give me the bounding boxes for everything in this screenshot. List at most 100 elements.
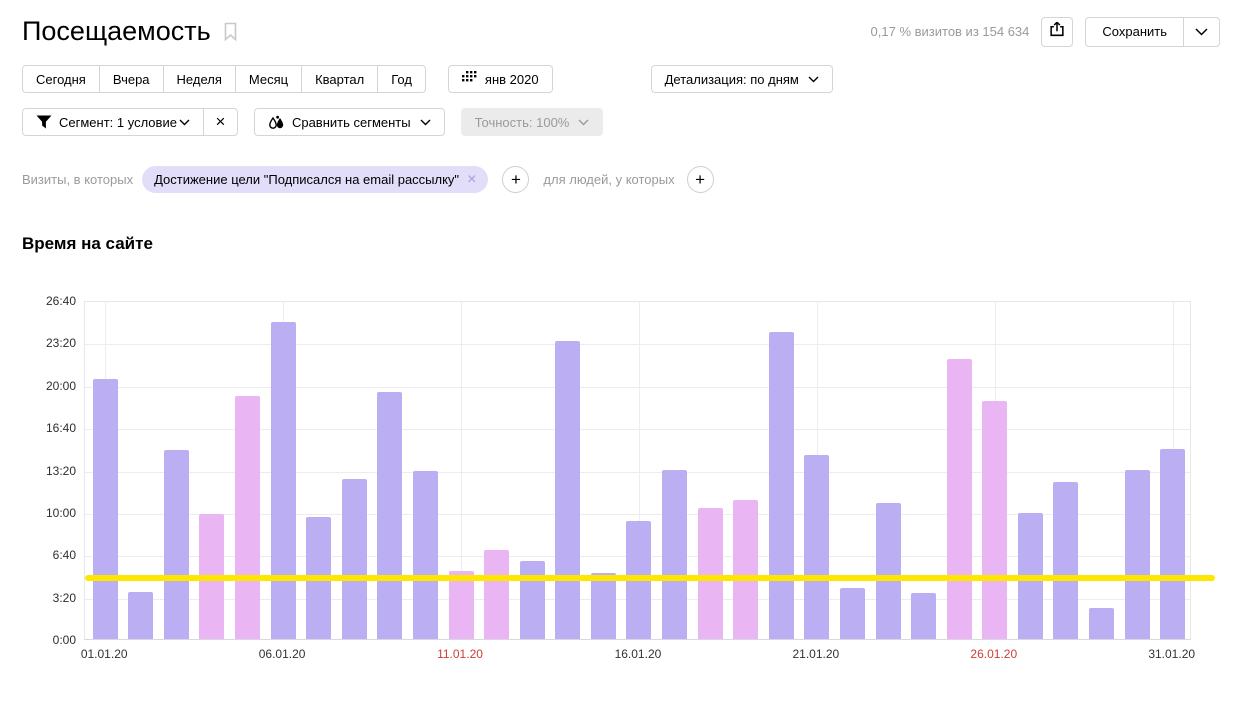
- save-dropdown-button[interactable]: [1183, 18, 1219, 46]
- page-title: Посещаемость: [22, 16, 211, 47]
- chevron-down-icon: [1195, 23, 1208, 41]
- tab-label: Месяц: [249, 72, 288, 87]
- accuracy-dropdown[interactable]: Точность: 100%: [461, 108, 604, 136]
- x-axis-label: 16.01.20: [593, 647, 683, 661]
- close-icon: ×: [215, 112, 225, 132]
- segment-dropdown[interactable]: Сегмент: 1 условие: [23, 109, 203, 135]
- chart-bar-30.01.20[interactable]: [1125, 470, 1150, 640]
- chart-bar-14.01.20[interactable]: [555, 341, 580, 639]
- bookmark-icon[interactable]: [223, 22, 238, 42]
- export-button[interactable]: [1041, 17, 1073, 47]
- accuracy-label: Точность: 100%: [475, 115, 570, 130]
- chart-bar-24.01.20[interactable]: [911, 593, 936, 639]
- chart-bar-02.01.20[interactable]: [128, 592, 153, 639]
- tab-month[interactable]: Месяц: [235, 66, 301, 92]
- x-axis-label: 31.01.20: [1127, 647, 1217, 661]
- chart-bar-11.01.20[interactable]: [449, 571, 474, 639]
- header-right: 0,17 % визитов из 154 634 Сохранить: [871, 17, 1220, 47]
- chart-bar-18.01.20[interactable]: [698, 508, 723, 639]
- y-axis-label: 20:00: [0, 379, 76, 393]
- detalization-label: Детализация: по дням: [665, 72, 799, 87]
- chart-bar-08.01.20[interactable]: [342, 479, 367, 639]
- sample-stats: 0,17 % визитов из 154 634: [871, 24, 1030, 39]
- tab-quarter[interactable]: Квартал: [301, 66, 377, 92]
- chip-close-icon[interactable]: ×: [467, 172, 476, 188]
- period-toolbar: Сегодня Вчера Неделя Месяц Квартал Год я…: [22, 65, 833, 93]
- tab-label: Год: [391, 72, 412, 87]
- x-axis-label: 06.01.20: [237, 647, 327, 661]
- chart-bar-20.01.20[interactable]: [769, 332, 794, 639]
- x-axis-label: 21.01.20: [771, 647, 861, 661]
- filters-row: Визиты, в которых Достижение цели "Подпи…: [22, 166, 714, 193]
- save-button[interactable]: Сохранить: [1086, 18, 1183, 46]
- metrica-report-page: Посещаемость 0,17 % визитов из 154 634 С…: [0, 0, 1238, 710]
- x-axis-label: 01.01.20: [59, 647, 149, 661]
- tab-year[interactable]: Год: [377, 66, 425, 92]
- chevron-down-icon: [420, 119, 431, 126]
- header: Посещаемость 0,17 % визитов из 154 634 С…: [22, 16, 1220, 47]
- chart-bar-25.01.20[interactable]: [947, 359, 972, 639]
- save-button-label: Сохранить: [1102, 24, 1167, 39]
- y-axis-label: 0:00: [0, 633, 76, 647]
- chart-bar-13.01.20[interactable]: [520, 561, 545, 639]
- x-axis-label: 11.01.20: [415, 647, 505, 661]
- y-gridline: [85, 387, 1190, 388]
- chart-bar-19.01.20[interactable]: [733, 500, 758, 639]
- y-gridline: [85, 344, 1190, 345]
- chart-bar-22.01.20[interactable]: [840, 588, 865, 639]
- chart-bar-09.01.20[interactable]: [377, 392, 402, 639]
- calendar-period-button[interactable]: янв 2020: [448, 65, 553, 93]
- tab-yesterday[interactable]: Вчера: [99, 66, 163, 92]
- y-axis-label: 23:20: [0, 336, 76, 350]
- visits-condition-label: Визиты, в которых: [22, 172, 133, 187]
- y-axis-label: 10:00: [0, 506, 76, 520]
- tab-week[interactable]: Неделя: [163, 66, 235, 92]
- chart-bar-31.01.20[interactable]: [1160, 449, 1185, 639]
- tab-today[interactable]: Сегодня: [23, 66, 99, 92]
- segment-label: Сегмент: 1 условие: [59, 115, 177, 130]
- add-people-condition-button[interactable]: +: [687, 166, 714, 193]
- chart-bar-12.01.20[interactable]: [484, 550, 509, 639]
- chart-bar-17.01.20[interactable]: [662, 470, 687, 640]
- chart-bar-15.01.20[interactable]: [591, 573, 616, 639]
- plot-area: [84, 301, 1191, 640]
- chart-bar-29.01.20[interactable]: [1089, 608, 1114, 639]
- reference-line: [85, 575, 1215, 581]
- goal-filter-chip[interactable]: Достижение цели "Подписался на email рас…: [142, 166, 488, 193]
- chart-bar-03.01.20[interactable]: [164, 450, 189, 639]
- compare-segments-dropdown[interactable]: Сравнить сегменты: [254, 108, 445, 136]
- tab-label: Сегодня: [36, 72, 86, 87]
- people-condition-label: для людей, у которых: [543, 172, 674, 187]
- y-axis-label: 6:40: [0, 548, 76, 562]
- y-axis-label: 16:40: [0, 421, 76, 435]
- chart-bar-05.01.20[interactable]: [235, 396, 260, 639]
- detalization-dropdown[interactable]: Детализация: по дням: [651, 65, 833, 93]
- segment-toolbar: Сегмент: 1 условие × Сравнить сегменты: [22, 108, 603, 136]
- chevron-down-icon: [179, 119, 190, 126]
- save-split-button: Сохранить: [1085, 17, 1220, 47]
- share-icon: [1048, 20, 1066, 43]
- segment-clear-button[interactable]: ×: [203, 109, 237, 135]
- plus-icon: +: [695, 170, 705, 190]
- tab-label: Квартал: [315, 72, 364, 87]
- chevron-down-icon: [578, 119, 589, 126]
- chart-bar-10.01.20[interactable]: [413, 471, 438, 639]
- chart-bar-21.01.20[interactable]: [804, 455, 829, 639]
- chart-bar-23.01.20[interactable]: [876, 503, 901, 639]
- y-axis-label: 13:20: [0, 464, 76, 478]
- calendar-grid-icon: [462, 71, 478, 87]
- time-on-site-chart: 0:003:206:4010:0013:2016:4020:0023:2026:…: [0, 0, 1238, 710]
- chart-bar-26.01.20[interactable]: [982, 401, 1007, 639]
- chart-bar-06.01.20[interactable]: [271, 322, 296, 639]
- chart-title: Время на сайте: [22, 234, 153, 254]
- x-axis-label: 26.01.20: [949, 647, 1039, 661]
- add-visit-condition-button[interactable]: +: [502, 166, 529, 193]
- chart-bar-01.01.20[interactable]: [93, 379, 118, 639]
- tab-label: Неделя: [177, 72, 222, 87]
- period-tab-group: Сегодня Вчера Неделя Месяц Квартал Год: [22, 65, 426, 93]
- compare-segments-label: Сравнить сегменты: [292, 115, 411, 130]
- y-axis-label: 3:20: [0, 591, 76, 605]
- calendar-period-label: янв 2020: [485, 72, 539, 87]
- chart-bar-28.01.20[interactable]: [1053, 482, 1078, 639]
- goal-filter-label: Достижение цели "Подписался на email рас…: [154, 172, 459, 187]
